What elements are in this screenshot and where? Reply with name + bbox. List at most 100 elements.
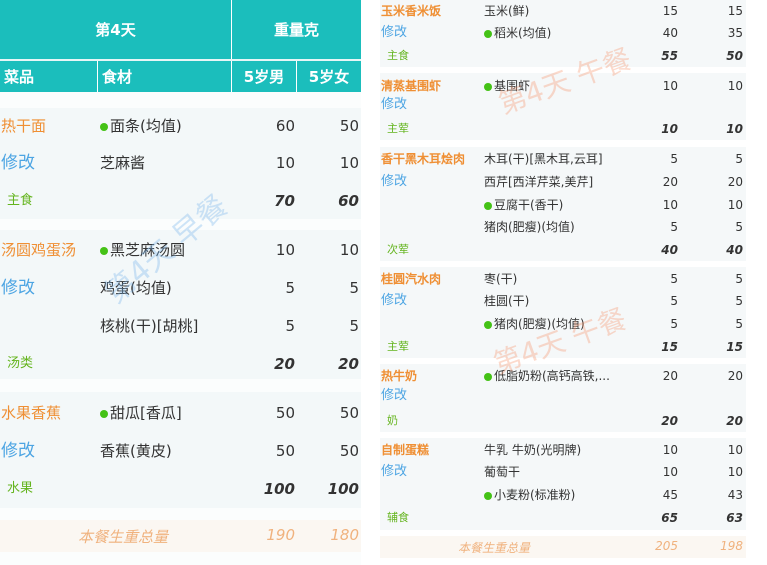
female-total: 20	[338, 355, 359, 373]
table-row: 修改 芝麻酱 10 10	[0, 151, 361, 175]
male-total: 20	[661, 414, 678, 428]
core-dot-icon	[100, 246, 108, 255]
food-item: 枣(干)	[484, 272, 518, 286]
male-total: 55	[661, 49, 678, 63]
core-dot-icon	[484, 320, 492, 329]
food-item: 甜瓜[香瓜]	[100, 401, 182, 425]
female-total: 20	[726, 414, 743, 428]
table-row: 玉米香米饭 玉米(鲜) 15 15	[380, 0, 746, 22]
male-weight: 5	[670, 220, 678, 234]
female-total: 63	[726, 511, 743, 525]
dish-group: 水果香蕉 甜瓜[香瓜] 50 50 修改 香蕉(黄皮) 50 50 水果 100…	[0, 392, 361, 508]
female-weight: 50	[339, 442, 359, 460]
female-total: 10	[726, 122, 743, 136]
food-item: 芝麻酱	[100, 154, 146, 172]
male-weight: 40	[662, 26, 678, 40]
table-row: 修改	[380, 385, 746, 407]
edit-link[interactable]: 修改	[381, 461, 407, 483]
edit-link[interactable]: 修改	[381, 385, 407, 407]
dish-name: 香干黑木耳烩肉	[381, 152, 466, 166]
female-weight: 43	[727, 488, 743, 502]
food-item: 低脂奶粉(高钙高铁,...	[484, 365, 610, 387]
male-total: 40	[661, 243, 678, 257]
male-weight: 10	[662, 198, 678, 212]
table-row: 自制蛋糕 牛乳 牛奶(光明牌) 10 10	[380, 439, 746, 461]
female-total: 15	[726, 340, 743, 354]
category-label: 主荤	[387, 122, 409, 135]
category-label: 次荤	[387, 243, 409, 256]
food-item: 小麦粉(标准粉)	[484, 484, 575, 506]
summary-female: 198	[720, 539, 743, 553]
edit-link[interactable]: 修改	[1, 276, 35, 300]
male-weight: 5	[670, 152, 678, 166]
core-dot-icon	[484, 82, 492, 91]
table-row: 香干黑木耳烩肉 木耳(干)[黑木耳,云耳] 5 5	[380, 148, 746, 170]
edit-link[interactable]: 修改	[381, 171, 407, 193]
female-weight: 10	[339, 241, 359, 259]
male-total: 100	[263, 480, 295, 498]
summary-male: 205	[655, 539, 678, 553]
category-label: 主荤	[387, 340, 409, 353]
table-row: 修改 葡萄干 10 10	[380, 461, 746, 483]
dish-group: 热牛奶 低脂奶粉(高钙高铁,... 20 20 修改 奶 20 20	[380, 364, 746, 432]
female-weight: 5	[349, 279, 359, 297]
female-weight: 20	[727, 369, 743, 383]
female-weight: 15	[727, 4, 743, 18]
female-weight: 20	[727, 175, 743, 189]
core-dot-icon	[484, 372, 492, 381]
female-weight: 5	[735, 294, 743, 308]
category-label: 汤类	[7, 356, 34, 371]
food-item: 猪肉(肥瘦)(均值)	[484, 313, 585, 335]
core-dot-icon	[100, 122, 108, 131]
table-row: 小麦粉(标准粉) 45 43	[380, 484, 746, 506]
food-item: 黑芝麻汤圆	[100, 238, 185, 262]
total-row: 次荤 40 40	[380, 239, 746, 261]
table-row: 豆腐干(香干) 10 10	[380, 194, 746, 216]
female-total: 40	[726, 243, 743, 257]
edit-link[interactable]: 修改	[381, 290, 407, 312]
dish-group: 自制蛋糕 牛乳 牛奶(光明牌) 10 10 修改 葡萄干 10 10 小麦粉(标…	[380, 438, 746, 530]
female-weight: 5	[735, 317, 743, 331]
dish-name: 汤圆鸡蛋汤	[1, 241, 77, 259]
female-weight: 50	[339, 117, 359, 135]
male-column-header: 5岁男	[232, 61, 297, 92]
day-header: 第4天	[0, 0, 232, 59]
core-dot-icon	[100, 409, 108, 418]
male-weight: 10	[275, 154, 295, 172]
table-row: 桂圆汽水肉 枣(干) 5 5	[380, 268, 746, 290]
edit-link[interactable]: 修改	[1, 151, 35, 175]
food-item: 鸡蛋(均值)	[100, 279, 172, 297]
category-label: 主食	[387, 49, 409, 62]
female-column-header: 5岁女	[308, 68, 350, 86]
dish-name: 水果香蕉	[1, 404, 62, 422]
summary-male: 190	[266, 526, 295, 544]
category-label: 主食	[7, 193, 34, 208]
dish-name: 自制蛋糕	[381, 443, 430, 457]
edit-link[interactable]: 修改	[381, 22, 407, 44]
dish-group: 桂圆汽水肉 枣(干) 5 5 修改 桂圆(干) 5 5 猪肉(肥瘦)(均值) 5…	[380, 267, 746, 358]
food-item: 猪肉(肥瘦)(均值)	[484, 220, 575, 234]
food-item: 面条(均值)	[100, 114, 182, 138]
female-weight: 50	[339, 404, 359, 422]
summary-label: 本餐生重总量	[78, 528, 169, 546]
dish-name: 桂圆汽水肉	[381, 272, 442, 286]
male-weight: 5	[285, 317, 295, 335]
female-weight: 5	[349, 317, 359, 335]
table-row: 猪肉(肥瘦)(均值) 5 5	[380, 313, 746, 335]
female-weight: 5	[735, 152, 743, 166]
female-weight: 10	[727, 465, 743, 479]
female-weight: 35	[727, 26, 743, 40]
food-item: 牛乳 牛奶(光明牌)	[484, 443, 582, 457]
male-weight: 5	[670, 294, 678, 308]
male-weight: 20	[662, 175, 678, 189]
female-total: 100	[327, 480, 359, 498]
female-weight: 5	[735, 272, 743, 286]
food-item: 豆腐干(香干)	[484, 194, 563, 216]
edit-link[interactable]: 修改	[1, 439, 35, 463]
food-item: 玉米(鲜)	[484, 4, 530, 18]
female-total: 60	[338, 192, 359, 210]
core-dot-icon	[484, 491, 492, 500]
edit-link[interactable]: 修改	[381, 94, 407, 116]
male-weight: 50	[275, 442, 295, 460]
total-row: 水果 100 100	[0, 477, 361, 501]
